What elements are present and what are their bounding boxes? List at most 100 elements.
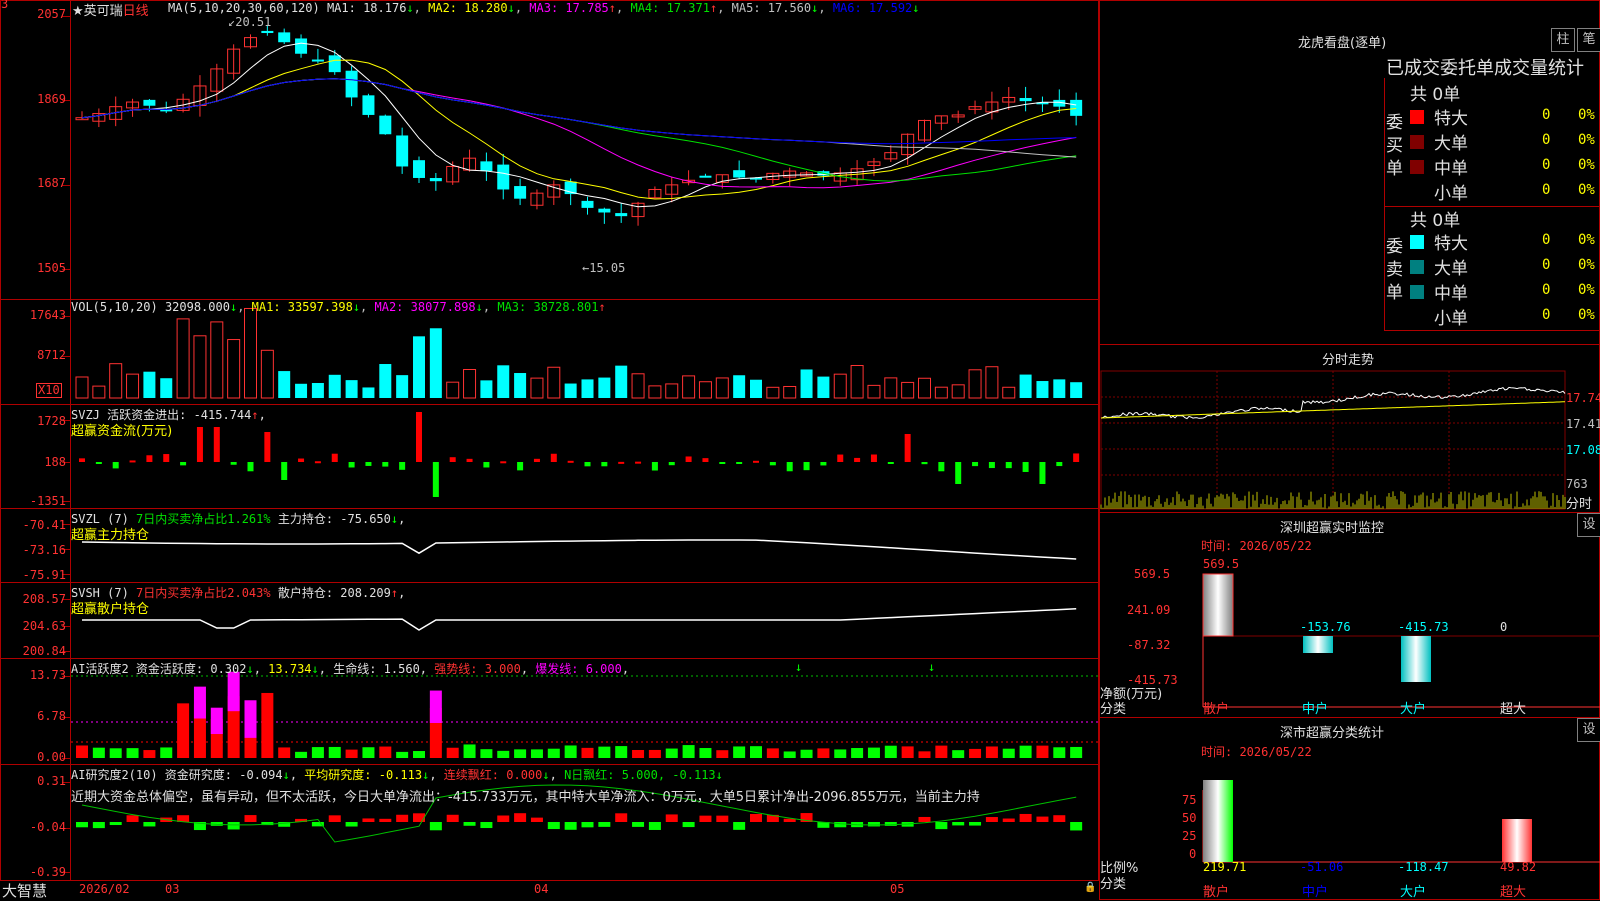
y-tick-main: 1505 [37,261,66,275]
svzj-bar [753,460,759,463]
volume-bar [817,376,830,398]
settings-button[interactable]: 设 [1577,513,1600,537]
volume-bar [733,375,746,398]
ai2-bar [396,814,409,822]
ai2-bar [682,822,695,828]
svzj-bar [314,461,321,464]
tab-bi[interactable]: 笔 [1577,28,1600,52]
ai2-bar [867,822,880,827]
svzj-bar [769,462,776,466]
ai2-bar [92,822,105,829]
ai1-bar [547,748,560,758]
candle-body [143,99,156,106]
cls-cat: 中户 [1302,885,1329,900]
ai2-bar [598,822,611,827]
stock-title[interactable]: ★英可瑞日线 [72,0,149,19]
up-arrow-icon: ↑ [608,1,617,15]
ai1-bar [682,745,695,758]
ai2-bar [328,815,341,822]
cls-cat: 散户 [1203,885,1230,900]
svzl-ratio: 7日内买卖净占比1.261% [136,512,271,526]
ai2-bar [109,822,122,826]
ai1-caption: AI活跃度2 资金活跃度: 0.302 [71,662,247,676]
ai1-bar [463,744,476,758]
volume-bar [715,377,729,399]
buy-row-label: 小单 [1434,184,1468,204]
cls-tick: 50 [1182,811,1197,825]
candle-body [1070,99,1083,116]
y-tick-svzj: -1351 [29,494,66,508]
y-tick-vol: 17643 [29,308,66,322]
volume-bar [497,365,510,398]
sell-row-pct: 0% [1578,307,1595,323]
ai1-bar [632,749,645,758]
tab-zhu[interactable]: 柱 [1551,28,1575,52]
ai2-bar [227,822,240,830]
candle-body [379,115,392,135]
svzj-bar [887,462,894,465]
up-arrow-icon: ↑ [709,1,718,15]
lhb-title: 龙虎看盘(逐单) [1298,36,1387,51]
ai1-bar [969,748,982,758]
lock-icon[interactable]: 🔒 [1084,882,1096,893]
svzj-bar [702,458,709,462]
cls-title: 深市超赢分类统计 [1280,726,1385,741]
svzj-bar [685,456,692,462]
ma2-value: MA2: 18.280 [428,1,508,15]
cls-value: -118.47 [1398,860,1449,874]
volume-bar [92,385,106,399]
x-label: 2026/02 [79,882,130,896]
volume-bar [260,349,274,399]
candle-body [311,59,324,62]
cls-cat: 大户 [1400,885,1427,900]
high-price-value: 20.51 [235,15,272,29]
ai1-bar [311,747,324,758]
svzj-bar [146,455,153,462]
up-arrow-icon: ↑ [598,300,606,314]
ai2-bar [665,814,678,822]
sell-row-pct: 0% [1578,257,1595,273]
stat-title: 已成交委托单成交量统计 [1386,58,1584,79]
down-arrow-icon: ↓ [422,768,430,782]
volume-bar [665,383,679,399]
candle-body [1019,98,1032,102]
sell-row-label: 中单 [1434,284,1468,304]
ai2-bar [514,813,527,822]
sz-cat: 大户 [1400,702,1427,717]
settings-button[interactable]: 设 [1577,718,1600,742]
candle-body [396,135,409,167]
chart-stage[interactable] [0,0,1600,900]
buy-row-count: 0 [1542,107,1551,123]
volume-bar [698,381,712,399]
ai1-bar [328,746,341,758]
y-tick-main: 1687 [37,176,66,190]
svzj-bar [129,460,136,463]
volume-bar [193,335,207,399]
svzj-bar [837,454,844,462]
down-arrow-icon: ↓ [795,660,803,674]
vol-unit-button[interactable]: X10 [36,383,62,398]
svzj-bar [803,462,810,471]
sz-cat: 散户 [1203,702,1230,717]
svzj-bar [1039,462,1046,484]
sz-value: -415.73 [1398,620,1449,634]
ai2-bar [615,813,628,822]
svzj-bar [365,462,372,466]
ai1-bar [733,746,746,758]
svzj-bar [79,458,85,462]
svzj-bar [938,462,945,472]
buy-color-swatch [1410,185,1424,199]
y-tick-main: 1869 [37,92,66,106]
period-label[interactable]: 日线 [123,4,149,19]
ai2-bar [446,814,459,822]
volume-bar [109,363,123,399]
sell-total: 共 0单 [1410,211,1461,231]
svzj-bar [1022,462,1029,472]
volume-bar [480,380,493,398]
volume-bar [413,336,425,398]
ai1-bar [1019,745,1032,758]
svzj-bar [517,462,524,471]
ai1-bar [918,751,931,758]
volume-bar [311,382,324,398]
ai1-burst-bar [227,671,240,712]
